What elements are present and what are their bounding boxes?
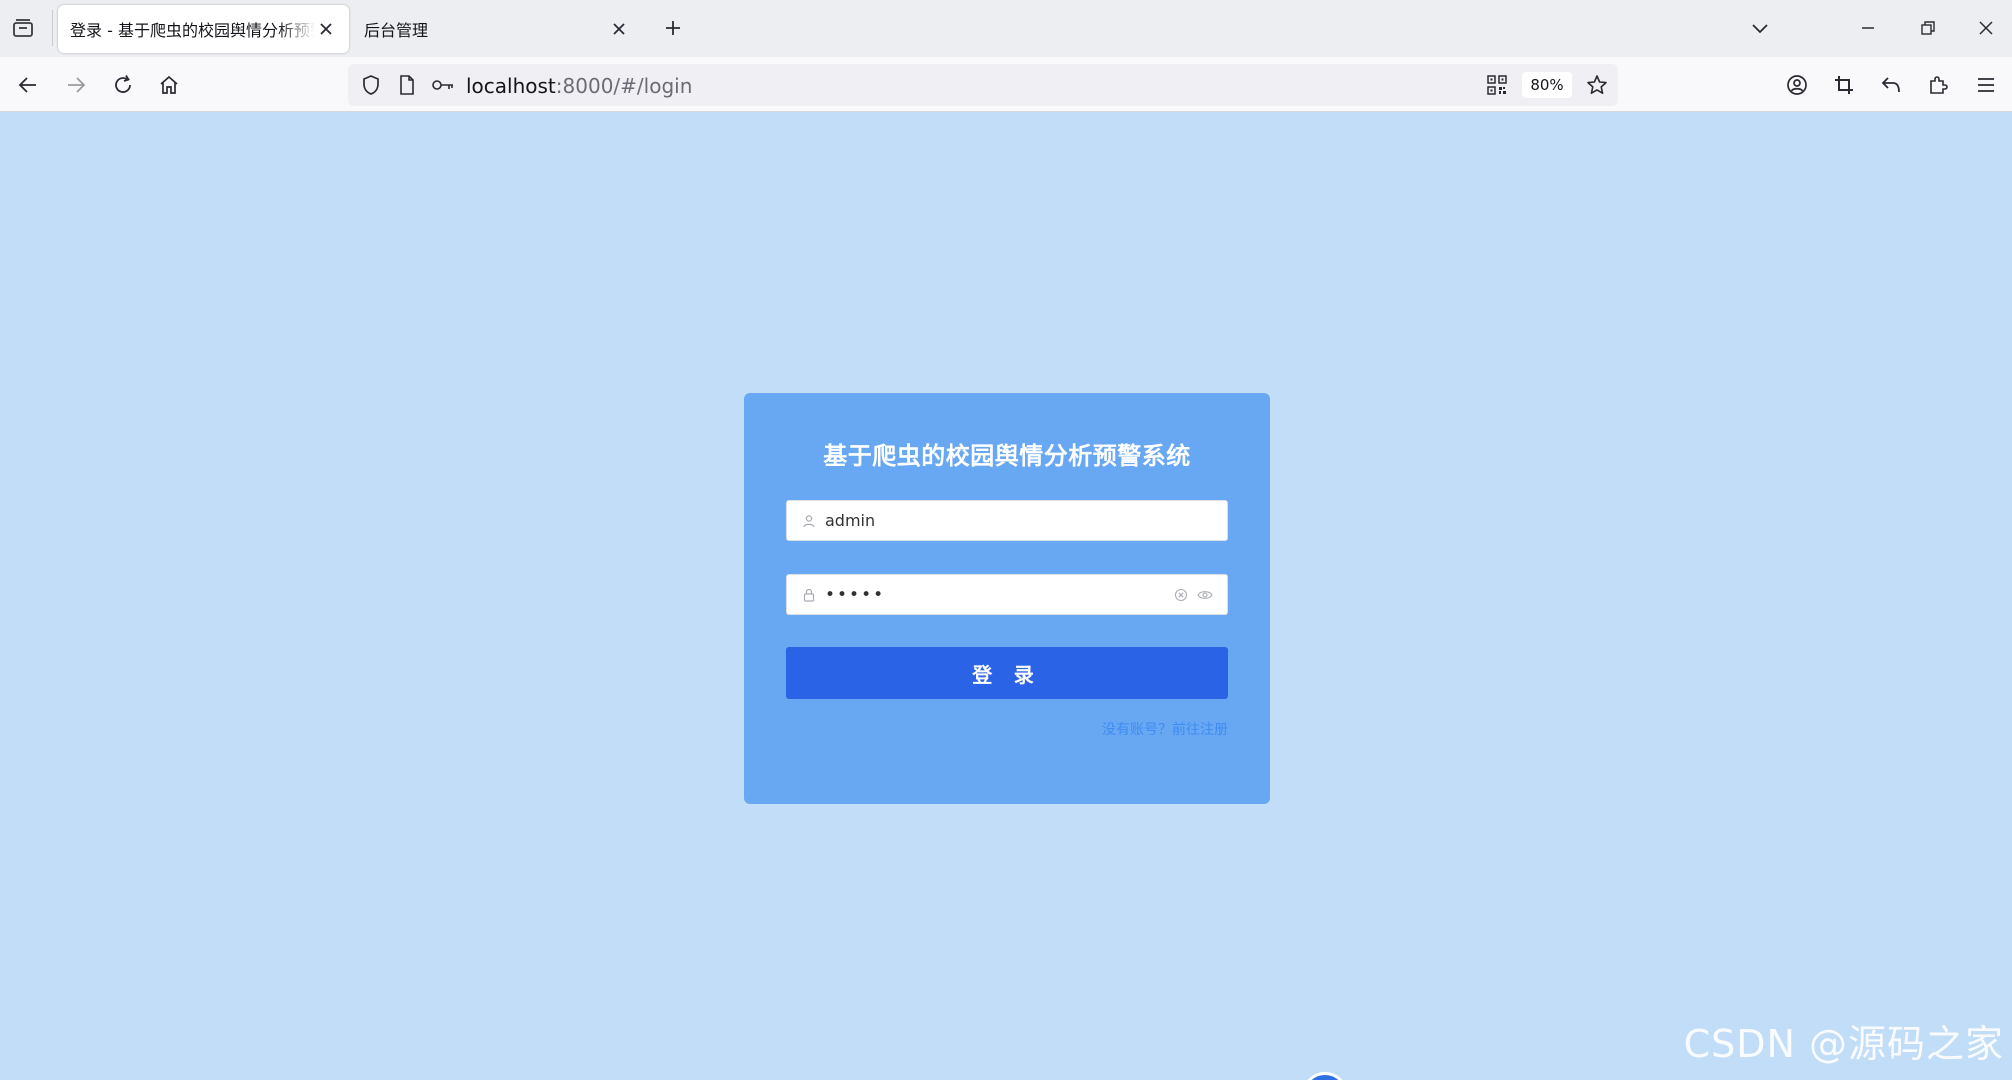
tab-label: 登录 - 基于爬虫的校园舆情分析预警系统 [70,21,315,40]
toggle-password-visibility-button[interactable] [1197,587,1213,603]
close-icon [613,23,625,35]
reload-button[interactable] [105,67,141,103]
user-icon [801,513,817,529]
restore-button[interactable] [1908,10,1948,46]
tab-separator [52,10,53,46]
page-info-icon[interactable] [394,72,420,98]
tab-list-button[interactable] [8,13,38,43]
puzzle-icon [1930,76,1948,94]
login-title: 基于爬虫的校园舆情分析预警系统 [823,442,1191,470]
close-tab-button[interactable] [315,18,337,40]
new-tab-button[interactable] [658,13,688,43]
tab-label: 后台管理 [364,21,429,40]
arrow-right-icon [68,77,86,93]
forward-button[interactable] [58,67,94,103]
eye-icon [1197,591,1213,599]
address-bar[interactable]: localhost:8000/#/login 80% [348,64,1618,106]
register-link[interactable]: 没有账号？前往注册 [1102,719,1228,739]
restore-icon [1921,21,1935,35]
navigation-toolbar: localhost:8000/#/login 80% [0,57,2012,112]
password-input[interactable] [825,575,1165,614]
clear-circle-icon [1174,588,1188,602]
account-button[interactable] [1779,67,1815,103]
login-button[interactable]: 登 录 [786,647,1228,699]
undo-arrow-icon [1881,77,1900,93]
account-icon [1787,75,1807,95]
floating-assistant-button[interactable] [1302,1072,1348,1080]
close-icon [320,23,332,35]
extensions-button[interactable] [1920,67,1956,103]
bookmark-star-icon[interactable] [1584,72,1610,98]
back-button[interactable] [10,67,46,103]
tab-list-icon [13,19,33,37]
username-input[interactable] [825,501,1165,540]
home-icon [160,75,178,94]
close-window-button[interactable] [1966,10,2006,46]
minimize-icon [1862,27,1874,29]
login-card: 基于爬虫的校园舆情分析预警系统 admin ••••• 登 录 没有账号？前往注… [744,393,1270,804]
undo-button[interactable] [1873,67,1909,103]
reload-icon [115,75,131,93]
close-tab-button[interactable] [608,18,630,40]
menu-button[interactable] [1968,67,2004,103]
url-host: localhost [466,74,556,98]
password-field[interactable] [786,574,1228,615]
arrow-left-icon [18,77,36,93]
hamburger-menu-icon [1978,78,1994,92]
screenshot-button[interactable] [1826,67,1862,103]
username-field[interactable] [786,500,1228,541]
lock-icon [801,587,817,603]
url-path: :8000/#/login [555,74,693,98]
qr-code-icon[interactable] [1484,72,1510,98]
csdn-watermark: CSDN @源码之家 [1683,1022,2004,1066]
shield-icon[interactable] [358,72,384,98]
tab-strip: 登录 - 基于爬虫的校园舆情分析预警系统 后台管理 [0,0,2012,57]
zoom-level-button[interactable]: 80% [1522,72,1572,98]
close-icon [1979,21,1993,35]
list-all-tabs-button[interactable] [1740,10,1780,46]
url-text[interactable]: localhost:8000/#/login [466,74,692,98]
home-button[interactable] [151,67,187,103]
minimize-button[interactable] [1848,10,1888,46]
crop-icon [1835,76,1853,94]
tab-login[interactable]: 登录 - 基于爬虫的校园舆情分析预警系统 [58,5,349,53]
key-icon[interactable] [430,72,456,98]
plus-icon [666,21,680,35]
clear-input-button[interactable] [1173,587,1189,603]
tab-admin[interactable]: 后台管理 [352,5,642,53]
chevron-down-icon [1752,24,1768,34]
